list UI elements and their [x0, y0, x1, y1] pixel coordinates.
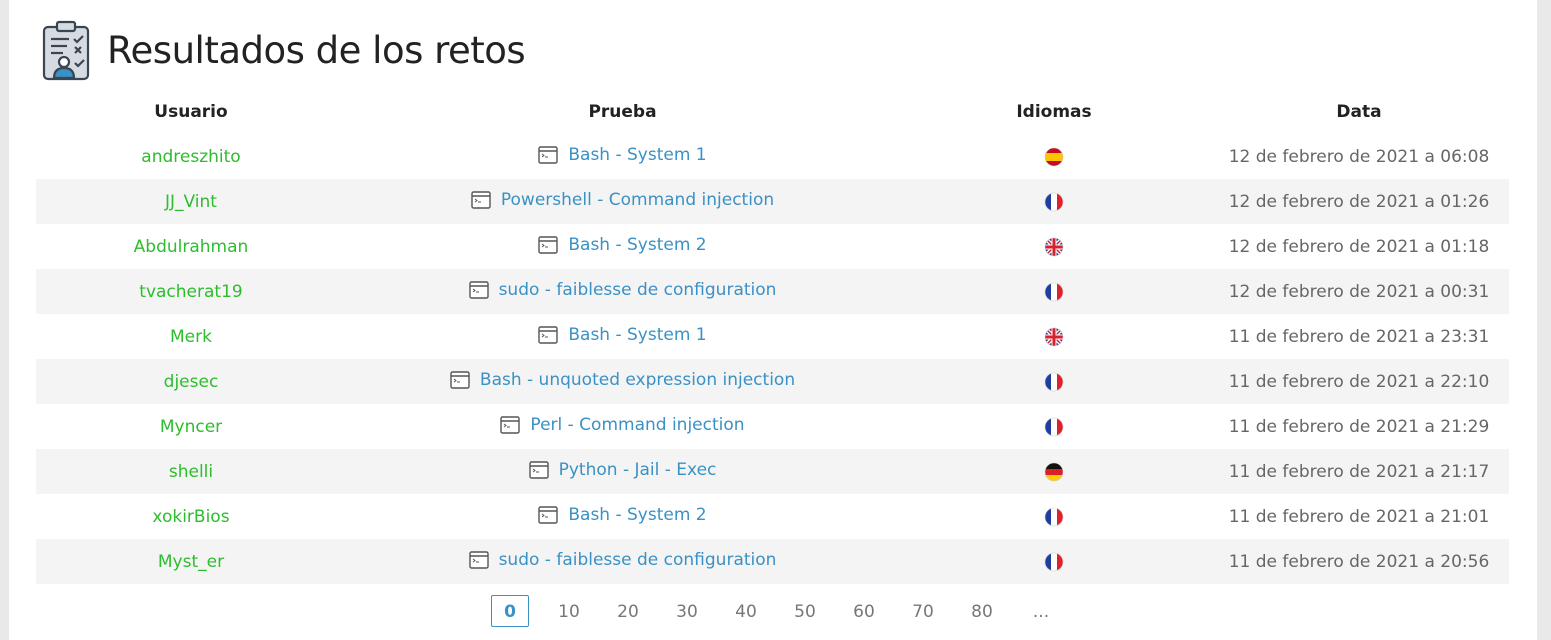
user-link[interactable]: Myncer	[160, 417, 222, 437]
clipboard-checklist-user-icon	[42, 20, 90, 81]
france-flag-icon	[1044, 417, 1064, 437]
test-link[interactable]: Perl - Command injection	[500, 415, 745, 435]
user-link[interactable]: JJ_Vint	[165, 192, 217, 212]
date-text: 12 de febrero de 2021 a 06:08	[1228, 146, 1490, 167]
test-link[interactable]: Bash - System 1	[538, 325, 707, 345]
test-link[interactable]: Bash - System 1	[538, 145, 707, 165]
pagination: 0 10 20 30 40 50 60 70 80...	[491, 595, 1081, 627]
spain-flag-icon	[1044, 147, 1064, 167]
test-link[interactable]: Bash - unquoted expression injection	[450, 370, 795, 390]
test-label: Bash - System 2	[568, 235, 707, 255]
date-text: 11 de febrero de 2021 a 22:10	[1228, 371, 1490, 392]
page-link-80[interactable]: 80	[963, 595, 1001, 627]
date-text: 12 de febrero de 2021 a 01:18	[1228, 236, 1490, 257]
terminal-window-icon	[538, 146, 559, 164]
table-row: djesec Bash - unquoted expression inject…	[36, 359, 1509, 404]
france-flag-icon	[1044, 507, 1064, 527]
uk-flag-icon	[1044, 237, 1064, 257]
user-link[interactable]: shelli	[169, 462, 213, 482]
pagination-more[interactable]: ...	[1022, 595, 1060, 627]
table-row: Merk Bash - System 1 11 de febrero de 20…	[36, 314, 1509, 359]
terminal-window-icon	[500, 416, 521, 434]
terminal-window-icon	[468, 281, 489, 299]
table-row: Myst_er sudo - faiblesse de configuratio…	[36, 539, 1509, 584]
terminal-window-icon	[538, 236, 559, 254]
user-link[interactable]: Myst_er	[158, 552, 224, 572]
header-date: Data	[1336, 102, 1382, 122]
table-row: Abdulrahman Bash - System 2 12 de febrer…	[36, 224, 1509, 269]
terminal-window-icon	[538, 326, 559, 344]
page-link-60[interactable]: 60	[845, 595, 883, 627]
header-user: Usuario	[154, 102, 228, 122]
table-row: andreszhito Bash - System 1 12 de febrer…	[36, 134, 1509, 179]
page-link-0[interactable]: 0	[491, 595, 529, 627]
page-link-20[interactable]: 20	[609, 595, 647, 627]
user-link[interactable]: tvacherat19	[139, 282, 242, 302]
terminal-window-icon	[468, 551, 489, 569]
user-link[interactable]: Merk	[170, 327, 212, 347]
title-row: Resultados de los retos	[41, 18, 526, 82]
header-test: Prueba	[588, 102, 657, 122]
test-link[interactable]: Bash - System 2	[538, 505, 707, 525]
test-label: sudo - faiblesse de configuration	[498, 550, 777, 570]
test-link[interactable]: Python - Jail - Exec	[528, 460, 717, 480]
france-flag-icon	[1044, 192, 1064, 212]
user-link[interactable]: Abdulrahman	[134, 237, 249, 257]
table-row: tvacherat19 sudo - faiblesse de configur…	[36, 269, 1509, 314]
date-text: 11 de febrero de 2021 a 21:17	[1228, 461, 1490, 482]
page-link-70[interactable]: 70	[904, 595, 942, 627]
date-text: 11 de febrero de 2021 a 20:56	[1228, 551, 1490, 572]
terminal-window-icon	[471, 191, 491, 209]
main-panel: Resultados de los retos Usuario Prueba I…	[9, 0, 1537, 640]
table-body: andreszhito Bash - System 1 12 de febrer…	[36, 134, 1509, 584]
page-title: Resultados de los retos	[107, 28, 526, 72]
table-row: shelli Python - Jail - Exec 11 de febrer…	[36, 449, 1509, 494]
date-text: 11 de febrero de 2021 a 23:31	[1228, 326, 1490, 347]
test-label: sudo - faiblesse de configuration	[498, 280, 777, 300]
table-row: xokirBios Bash - System 2 11 de febrero …	[36, 494, 1509, 539]
date-text: 12 de febrero de 2021 a 01:26	[1228, 191, 1490, 212]
page-link-40[interactable]: 40	[727, 595, 765, 627]
user-link[interactable]: andreszhito	[141, 147, 240, 167]
test-label: Bash - System 2	[568, 505, 707, 525]
uk-flag-icon	[1044, 327, 1064, 347]
test-label: Bash - System 1	[568, 325, 707, 345]
user-link[interactable]: djesec	[164, 372, 219, 392]
page-link-30[interactable]: 30	[668, 595, 706, 627]
user-link[interactable]: xokirBios	[152, 507, 229, 527]
france-flag-icon	[1044, 282, 1064, 302]
test-link[interactable]: sudo - faiblesse de configuration	[468, 280, 777, 300]
page-link-10[interactable]: 10	[550, 595, 588, 627]
test-label: Python - Jail - Exec	[558, 460, 717, 480]
germany-flag-icon	[1044, 462, 1064, 482]
terminal-window-icon	[450, 371, 470, 389]
date-text: 11 de febrero de 2021 a 21:29	[1228, 416, 1490, 437]
test-label: Bash - unquoted expression injection	[479, 370, 796, 390]
table-row: Myncer Perl - Command injection 11 de fe…	[36, 404, 1509, 449]
terminal-window-icon	[538, 506, 559, 524]
table-header: Usuario Prueba Idiomas Data	[36, 90, 1509, 134]
test-label: Perl - Command injection	[530, 415, 745, 435]
page-link-50[interactable]: 50	[786, 595, 824, 627]
table-row: JJ_Vint Powershell - Command injection 1…	[36, 179, 1509, 224]
terminal-window-icon	[528, 461, 549, 479]
results-table: Usuario Prueba Idiomas Data andreszhito …	[36, 90, 1509, 584]
france-flag-icon	[1044, 372, 1064, 392]
test-link[interactable]: sudo - faiblesse de configuration	[468, 550, 777, 570]
france-flag-icon	[1044, 552, 1064, 572]
test-label: Powershell - Command injection	[500, 190, 775, 210]
date-text: 12 de febrero de 2021 a 00:31	[1228, 281, 1490, 302]
test-link[interactable]: Bash - System 2	[538, 235, 707, 255]
test-label: Bash - System 1	[568, 145, 707, 165]
test-link[interactable]: Powershell - Command injection	[471, 190, 774, 210]
date-text: 11 de febrero de 2021 a 21:01	[1228, 506, 1490, 527]
header-lang: Idiomas	[1016, 102, 1092, 122]
